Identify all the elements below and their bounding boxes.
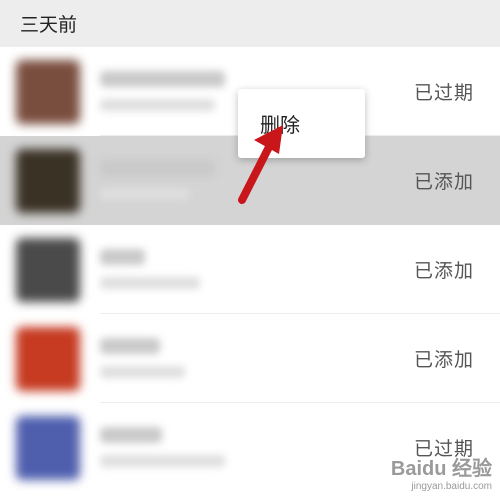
watermark-url: jingyan.baidu.com [411, 481, 492, 492]
list-item[interactable]: 已添加 [0, 225, 500, 314]
avatar [16, 416, 80, 480]
section-header: 三天前 [0, 0, 500, 47]
status-label: 已过期 [413, 82, 474, 104]
status-label: 已添加 [413, 171, 474, 193]
avatar [16, 60, 80, 124]
blurred-title [100, 71, 225, 87]
blurred-subtitle [100, 455, 225, 467]
section-title: 三天前 [20, 14, 78, 36]
watermark-logo: Baidu 经验 [390, 458, 492, 480]
avatar [16, 327, 80, 391]
blurred-subtitle [100, 366, 185, 378]
blurred-title [100, 338, 160, 354]
delete-menu-item[interactable]: 删除 [260, 109, 300, 138]
blurred-title [100, 427, 162, 443]
blurred-title [100, 160, 215, 176]
context-menu: 删除 [238, 89, 365, 158]
blurred-subtitle [100, 277, 200, 289]
avatar [16, 238, 80, 302]
watermark: Baidu 经验 jingyan.baidu.com [391, 452, 492, 492]
status-label: 已添加 [413, 349, 474, 371]
status-label: 已添加 [413, 260, 474, 282]
list-item[interactable]: 已添加 [0, 314, 500, 403]
avatar [16, 149, 80, 213]
blurred-subtitle [100, 188, 190, 200]
blurred-subtitle [100, 99, 215, 111]
blurred-title [100, 249, 145, 265]
